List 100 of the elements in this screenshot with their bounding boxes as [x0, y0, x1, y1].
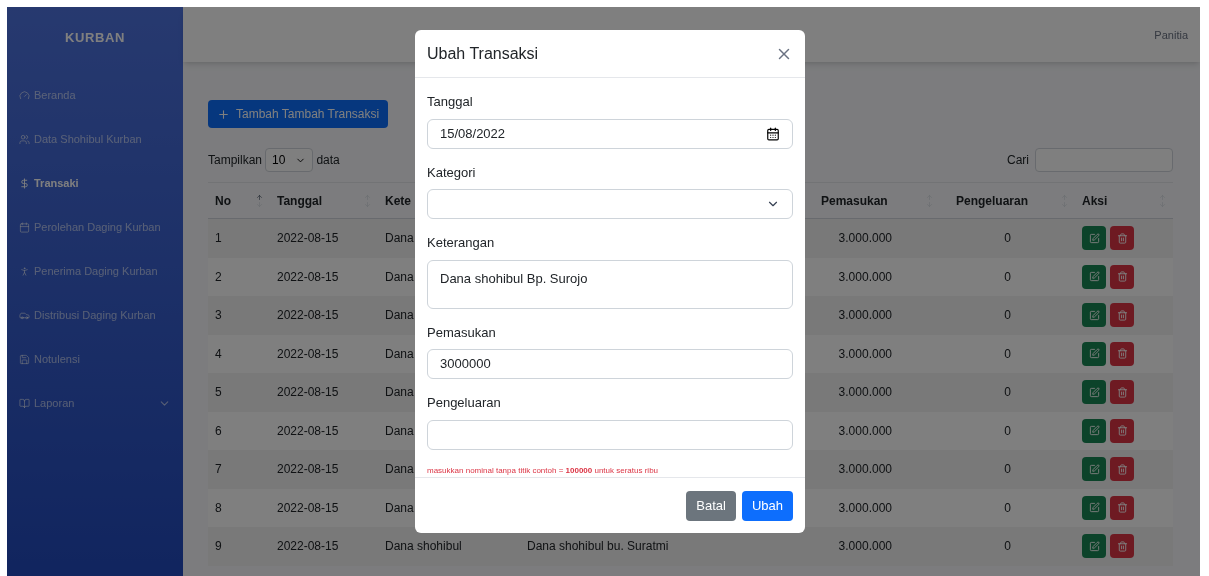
date-field[interactable]: 15/08/2022 [427, 118, 793, 149]
cancel-button[interactable]: Batal [686, 490, 736, 521]
trash-icon [1116, 463, 1128, 475]
length-label: data [316, 152, 340, 169]
delete-button[interactable] [1110, 418, 1134, 443]
column-header[interactable]: Kete [385, 191, 411, 210]
table-cell: 2022-08-15 [277, 462, 339, 477]
table-cell: Dana [385, 231, 414, 246]
table-cell: 3.000.000 [838, 500, 892, 515]
edit-icon [1088, 386, 1100, 398]
edit-button[interactable] [1082, 264, 1106, 289]
user-name[interactable]: Panitia [1154, 27, 1188, 44]
edit-button[interactable] [1082, 303, 1106, 328]
column-header[interactable]: Aksi [1082, 191, 1108, 210]
table-cell: 0 [1004, 346, 1011, 361]
edit-button[interactable] [1082, 341, 1106, 366]
delete-button[interactable] [1110, 495, 1134, 520]
table-cell: 4 [215, 346, 222, 361]
add-button[interactable]: Tambah Tambah Transaksi [208, 100, 389, 128]
table-cell: Dana [385, 500, 414, 515]
table-cell: 3.000.000 [838, 385, 892, 400]
delete-button[interactable] [1110, 226, 1134, 251]
sidebar-item[interactable]: Transaki [7, 161, 183, 205]
length-select[interactable]: 10 [265, 148, 314, 172]
dollar-icon [19, 177, 30, 189]
table-cell: 3.000.000 [838, 423, 892, 438]
edit-button[interactable] [1082, 418, 1106, 443]
table-cell: 0 [1004, 462, 1011, 477]
trash-icon [1116, 502, 1128, 514]
submit-button[interactable]: Ubah [741, 490, 793, 521]
input-field[interactable]: 3000000 [427, 349, 793, 379]
column-header[interactable]: Pengeluaran [956, 191, 1029, 210]
table-cell: 9 [215, 539, 222, 554]
table-cell: 2022-08-15 [277, 423, 339, 438]
edit-button[interactable] [1082, 226, 1106, 251]
sort-icon[interactable] [256, 193, 263, 208]
field-label: Keterangan [427, 234, 496, 252]
trash-icon [1116, 348, 1128, 360]
column-header[interactable]: Tanggal [277, 191, 323, 210]
field-label: Pengeluaran [427, 394, 502, 412]
table-cell: Dana [385, 308, 414, 323]
input-field[interactable] [427, 419, 793, 450]
table-cell: 0 [1004, 308, 1011, 323]
trash-icon [1116, 425, 1128, 437]
table-cell: 3.000.000 [838, 539, 892, 554]
edit-icon [1088, 540, 1100, 552]
table-cell: 3.000.000 [838, 269, 892, 284]
delete-button[interactable] [1110, 457, 1134, 482]
table-cell: 3.000.000 [838, 231, 892, 246]
trash-icon [1116, 540, 1128, 552]
textarea-field[interactable]: Dana shohibul Bp. Surojo [427, 259, 793, 309]
column-header[interactable]: Pemasukan [821, 191, 888, 210]
table-cell: 0 [1004, 385, 1011, 400]
edit-button[interactable] [1082, 457, 1106, 482]
trash-icon [1116, 271, 1128, 283]
field-label: Kategori [427, 163, 477, 182]
table-cell: 3.000.000 [838, 346, 892, 361]
table-cell: 3 [215, 308, 222, 323]
search-label: Cari [1007, 152, 1029, 169]
table-cell: Dana [385, 385, 414, 400]
table-cell: 2022-08-15 [277, 231, 339, 246]
delete-button[interactable] [1110, 264, 1134, 289]
trash-icon [1116, 232, 1128, 244]
table-cell: 0 [1004, 269, 1011, 284]
table-cell: 2 [215, 269, 222, 284]
table-cell: 8 [215, 500, 222, 515]
table-cell: 3.000.000 [838, 308, 892, 323]
delete-button[interactable] [1110, 303, 1134, 328]
select-field[interactable] [427, 189, 793, 219]
field-label: Pemasukan [427, 323, 497, 342]
plus-icon [217, 107, 230, 121]
modal-title: Ubah Transaksi [427, 43, 539, 64]
edit-icon [1088, 271, 1100, 283]
delete-button[interactable] [1110, 534, 1134, 559]
table-cell: 2022-08-15 [277, 539, 339, 554]
edit-button[interactable] [1082, 534, 1106, 559]
table-cell: 2022-08-15 [277, 308, 339, 323]
edit-icon [1088, 502, 1100, 514]
edit-button[interactable] [1082, 380, 1106, 405]
table-cell: Dana [385, 269, 414, 284]
delete-button[interactable] [1110, 380, 1134, 405]
table-cell: 0 [1004, 500, 1011, 515]
table-cell: Dana [385, 462, 414, 477]
table-cell: Dana [385, 346, 414, 361]
edit-icon [1088, 425, 1100, 437]
table-cell: Dana shohibul [385, 539, 462, 554]
edit-icon [1088, 309, 1100, 321]
table-cell: Dana [385, 423, 414, 438]
edit-button[interactable] [1082, 495, 1106, 520]
table-cell: 2022-08-15 [277, 269, 339, 284]
table-cell: 1 [215, 231, 222, 246]
field-label: Tanggal [427, 93, 474, 111]
edit-icon [1088, 348, 1100, 360]
column-header[interactable]: No [215, 191, 231, 210]
length-label: Tampilkan [208, 152, 263, 169]
table-cell: 3.000.000 [838, 462, 892, 477]
table-cell: 0 [1004, 423, 1011, 438]
table-cell: 7 [215, 462, 222, 477]
delete-button[interactable] [1110, 341, 1134, 366]
edit-icon [1088, 463, 1100, 475]
